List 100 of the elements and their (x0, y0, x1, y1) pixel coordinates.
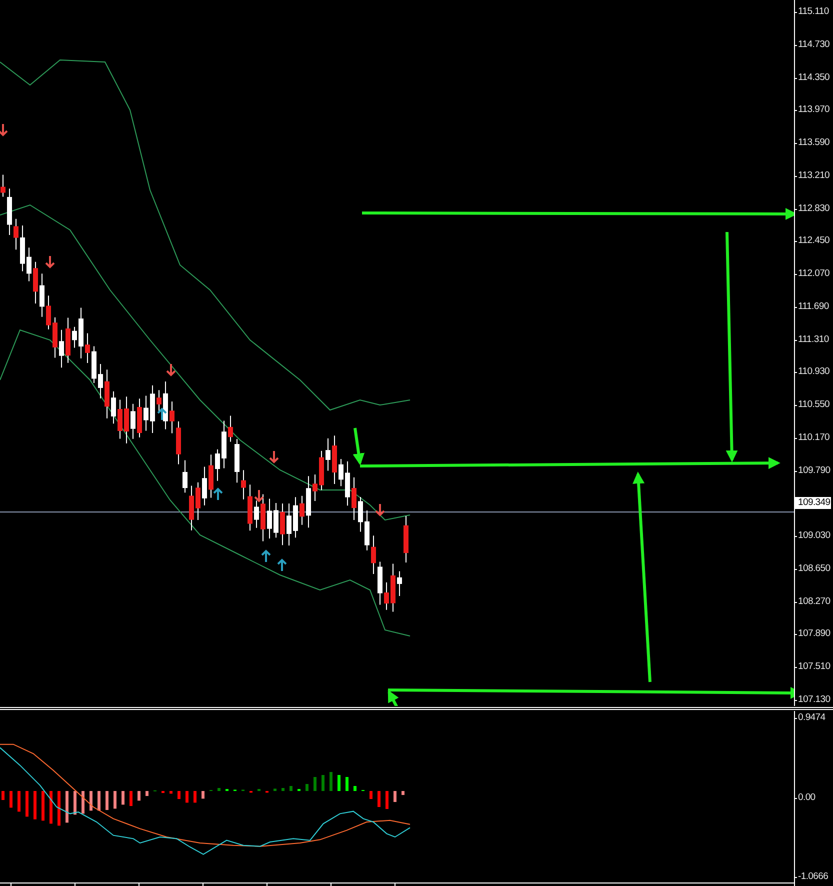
price-axis-label: 109.030 (795, 530, 833, 542)
histogram-bar (122, 791, 124, 805)
histogram-bar (170, 791, 172, 794)
histogram-bar (378, 791, 380, 807)
histogram-bar (202, 791, 204, 799)
candle (338, 458, 344, 487)
candle (33, 261, 38, 304)
candle (274, 502, 278, 538)
candle (319, 450, 324, 491)
price-axis-label: 108.270 (795, 596, 833, 608)
candle (280, 502, 285, 546)
candle (111, 390, 116, 424)
candle (189, 485, 194, 531)
price-axis-label: 107.510 (795, 661, 833, 673)
histogram-bar (194, 791, 196, 803)
histogram-bar (50, 791, 52, 824)
candle (14, 218, 18, 250)
candle (215, 448, 220, 482)
price-axis-label: 115.110 (795, 6, 833, 18)
histogram-bar (138, 791, 140, 801)
candle (66, 317, 70, 364)
histogram-bar (402, 791, 404, 795)
histogram-bar (386, 791, 388, 809)
price-axis-label: 113.970 (795, 104, 833, 116)
candle (20, 225, 25, 272)
candle (371, 535, 376, 575)
candle (384, 582, 389, 610)
histogram-bar (130, 791, 132, 806)
indicator-axis-label: 0.00 (795, 792, 833, 804)
histogram-bar (42, 791, 44, 821)
candle (241, 470, 246, 500)
histogram-bar (106, 791, 108, 810)
candle (306, 476, 311, 528)
price-axis-label: 112.450 (795, 235, 833, 248)
histogram-bar (218, 788, 220, 791)
price-axis-label: 108.650 (795, 562, 833, 575)
histogram-bar (90, 791, 92, 811)
candle (156, 390, 162, 412)
histogram-bar (338, 775, 340, 791)
candle (228, 415, 233, 442)
candle (7, 188, 12, 236)
histogram-bar (178, 791, 180, 799)
candle (98, 363, 103, 399)
candle (208, 454, 214, 498)
candle (248, 484, 252, 532)
indicator-axis-label: 0.9474 (795, 712, 833, 724)
histogram-bar (98, 791, 100, 811)
candle (85, 332, 90, 364)
price-axis-label: 113.590 (795, 137, 833, 149)
candle (163, 380, 168, 430)
candle (332, 435, 337, 484)
candle (404, 515, 408, 563)
histogram-bar (274, 788, 276, 791)
candle (78, 307, 84, 359)
price-axis-label: 112.830 (795, 202, 833, 214)
candle (378, 561, 382, 606)
candle (182, 460, 188, 494)
candle (312, 474, 318, 502)
current-price-label: 109.349 (795, 497, 832, 510)
price-axis-label: 110.170 (795, 432, 833, 444)
candle (59, 329, 64, 368)
price-axis-label: 110.550 (795, 399, 833, 411)
candle (364, 510, 370, 551)
indicator-axis-label: -1.0666 (795, 871, 833, 883)
candle (202, 466, 207, 506)
price-axis-label: 111.310 (795, 334, 833, 346)
candle (196, 482, 200, 521)
candle (345, 460, 350, 506)
histogram-bar (18, 791, 20, 812)
candle (326, 438, 330, 472)
histogram-bar (146, 791, 148, 796)
candle (293, 496, 298, 538)
price-axis-label: 109.790 (795, 464, 833, 476)
candle (92, 346, 96, 384)
histogram-bar (346, 777, 348, 791)
histogram-bar (282, 788, 284, 791)
price-axis-label: 112.070 (795, 268, 833, 280)
histogram-bar (186, 791, 188, 803)
candle (130, 403, 136, 440)
candle (150, 384, 155, 434)
histogram-bar (314, 777, 316, 791)
candle (234, 438, 240, 484)
candle (46, 295, 51, 330)
histogram-bar (306, 784, 308, 791)
candle (0, 174, 6, 198)
candle (397, 570, 402, 596)
candle (26, 247, 32, 282)
candle (137, 398, 142, 438)
price-axis-label: 111.690 (795, 300, 833, 313)
histogram-bar (34, 791, 36, 820)
candle (104, 369, 110, 419)
price-axis-label: 107.890 (795, 628, 833, 640)
candle (267, 498, 272, 540)
candle (390, 563, 396, 612)
candle (352, 476, 356, 520)
histogram-bar (66, 791, 68, 823)
price-axis-label: 114.730 (795, 38, 833, 51)
candle (286, 503, 292, 546)
price-axis-label: 113.210 (795, 170, 833, 182)
histogram-bar (2, 791, 4, 800)
